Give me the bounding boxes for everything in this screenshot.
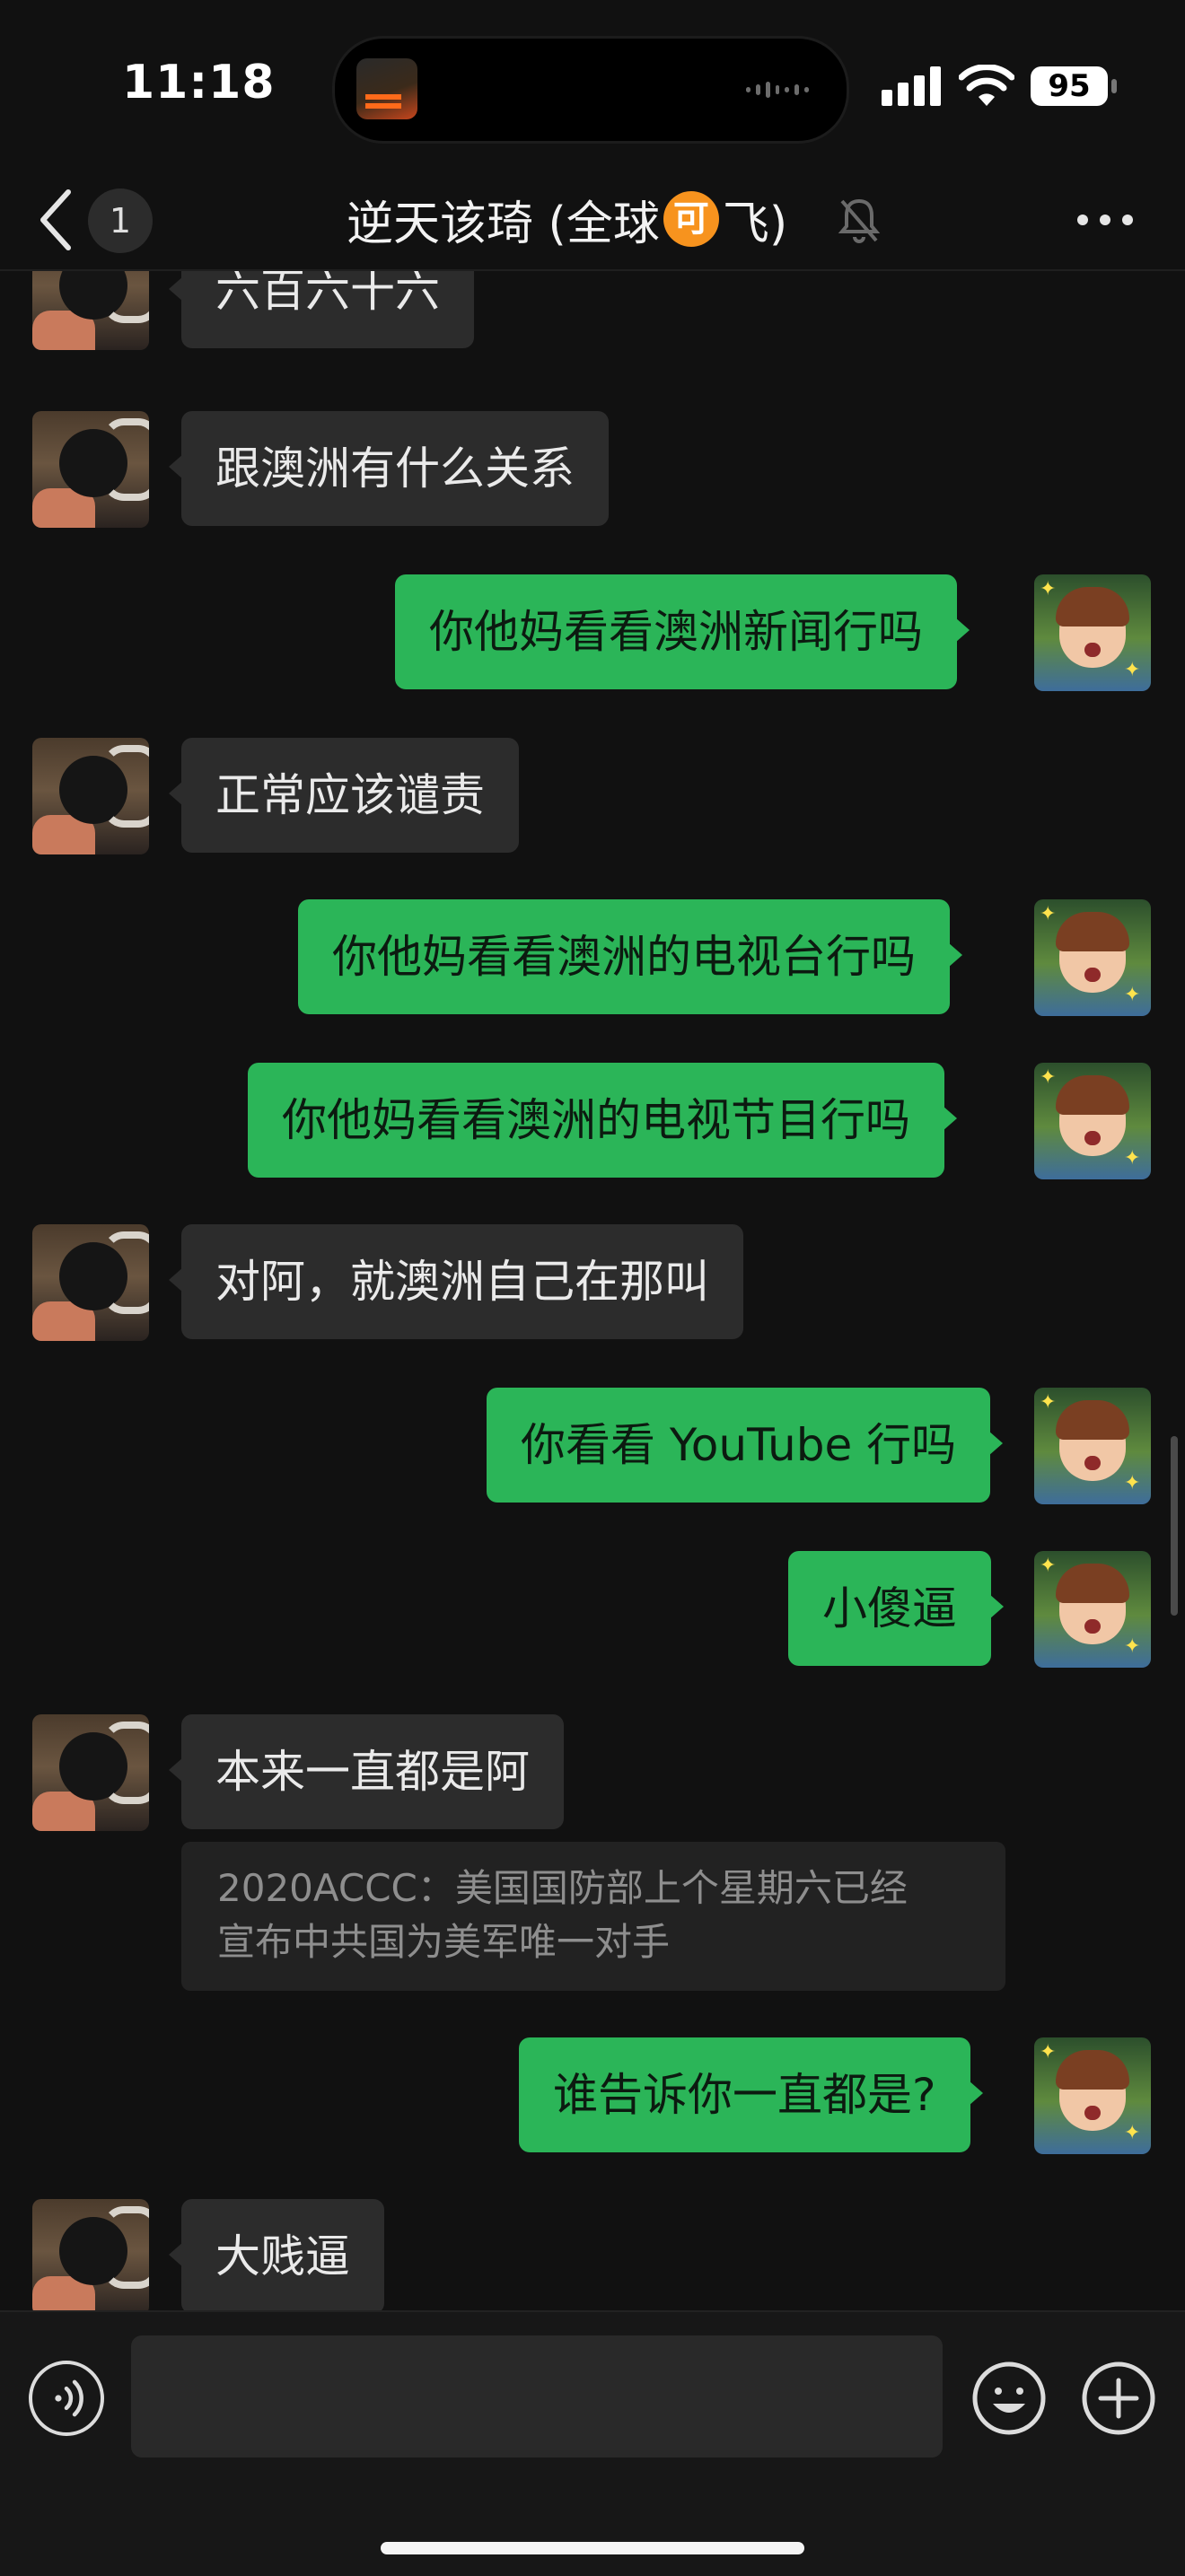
voice-input-icon[interactable] [29, 2361, 104, 2436]
now-playing-artwork [356, 58, 417, 119]
unread-count-badge[interactable]: 1 [88, 188, 153, 253]
contact-avatar[interactable] [32, 738, 149, 854]
chat-title[interactable]: 逆天该琦 (全球 可 飞) [347, 183, 787, 255]
chat-title-suffix: 飞) [722, 197, 788, 251]
message-bubble-received[interactable]: 本来一直都是阿 [169, 1714, 564, 1829]
status-bar: 11:18 95 [0, 0, 1185, 171]
message-input[interactable] [131, 2335, 943, 2458]
my-avatar[interactable]: ✦ ✦ [1034, 1551, 1151, 1668]
battery-tip [1111, 79, 1117, 93]
title-emoji-badge: 可 [663, 191, 719, 247]
message-bubble-sent[interactable]: 你他妈看看澳洲新闻行吗 [395, 574, 970, 689]
home-indicator[interactable] [381, 2542, 804, 2554]
contact-avatar[interactable] [32, 1224, 149, 1341]
my-avatar[interactable]: ✦ ✦ [1034, 899, 1151, 1016]
my-avatar[interactable]: ✦ ✦ [1034, 1063, 1151, 1179]
my-avatar[interactable]: ✦ ✦ [1034, 1388, 1151, 1504]
my-avatar[interactable]: ✦ ✦ [1034, 574, 1151, 691]
message-bubble-sent[interactable]: 你他妈看看澳洲的电视台行吗 [298, 899, 962, 1014]
more-options-icon[interactable] [1074, 197, 1137, 242]
quoted-message[interactable]: 2020ACCC：美国国防部上个星期六已经 宣布中共国为美军唯一对手 [181, 1842, 1005, 1991]
message-bubble-sent[interactable]: 谁告诉你一直都是? [519, 2037, 983, 2152]
contact-avatar[interactable] [32, 1714, 149, 1831]
mute-bell-icon [838, 198, 881, 243]
quoted-line: 2020ACCC：美国国防部上个星期六已经 [217, 1866, 908, 1910]
message-bubble-sent[interactable]: 小傻逼 [788, 1551, 1004, 1666]
back-chevron-icon[interactable] [36, 187, 75, 253]
audio-waveform-icon [746, 82, 810, 98]
contact-avatar[interactable] [32, 411, 149, 528]
wifi-icon [959, 65, 1014, 106]
dynamic-island[interactable] [332, 36, 849, 144]
my-avatar[interactable]: ✦ ✦ [1034, 2037, 1151, 2154]
chat-title-prefix: 逆天该琦 (全球 [347, 197, 660, 251]
scrollbar[interactable] [1171, 1436, 1178, 1616]
message-bubble-received[interactable]: 正常应该谴责 [169, 738, 519, 853]
message-bubble-sent[interactable]: 你看看 YouTube 行吗 [487, 1388, 1004, 1503]
more-actions-plus-icon[interactable] [1081, 2361, 1156, 2436]
quoted-line: 宣布中共国为美军唯一对手 [217, 1920, 671, 1964]
contact-avatar[interactable] [32, 271, 149, 350]
message-bubble-received[interactable]: 对阿，就澳洲自己在那叫 [169, 1224, 743, 1339]
cellular-signal-icon [882, 66, 941, 106]
emoji-icon[interactable] [971, 2361, 1047, 2436]
input-bar [0, 2310, 1185, 2576]
message-list[interactable]: 六百六十六 跟澳洲有什么关系 你他妈看看澳洲新闻行吗 ✦ ✦ 正常应该谴责 你他妈… [0, 271, 1185, 2310]
message-bubble-received[interactable]: 跟澳洲有什么关系 [169, 411, 609, 526]
message-bubble-received[interactable]: 六百六十六 [169, 271, 474, 348]
status-time: 11:18 [122, 56, 276, 110]
contact-avatar[interactable] [32, 2199, 149, 2310]
message-bubble-received[interactable]: 大贱逼 [169, 2199, 384, 2310]
chat-header: 1 逆天该琦 (全球 可 飞) [0, 171, 1185, 271]
battery-indicator: 95 [1031, 66, 1108, 106]
message-bubble-sent[interactable]: 你他妈看看澳洲的电视节目行吗 [248, 1063, 957, 1178]
